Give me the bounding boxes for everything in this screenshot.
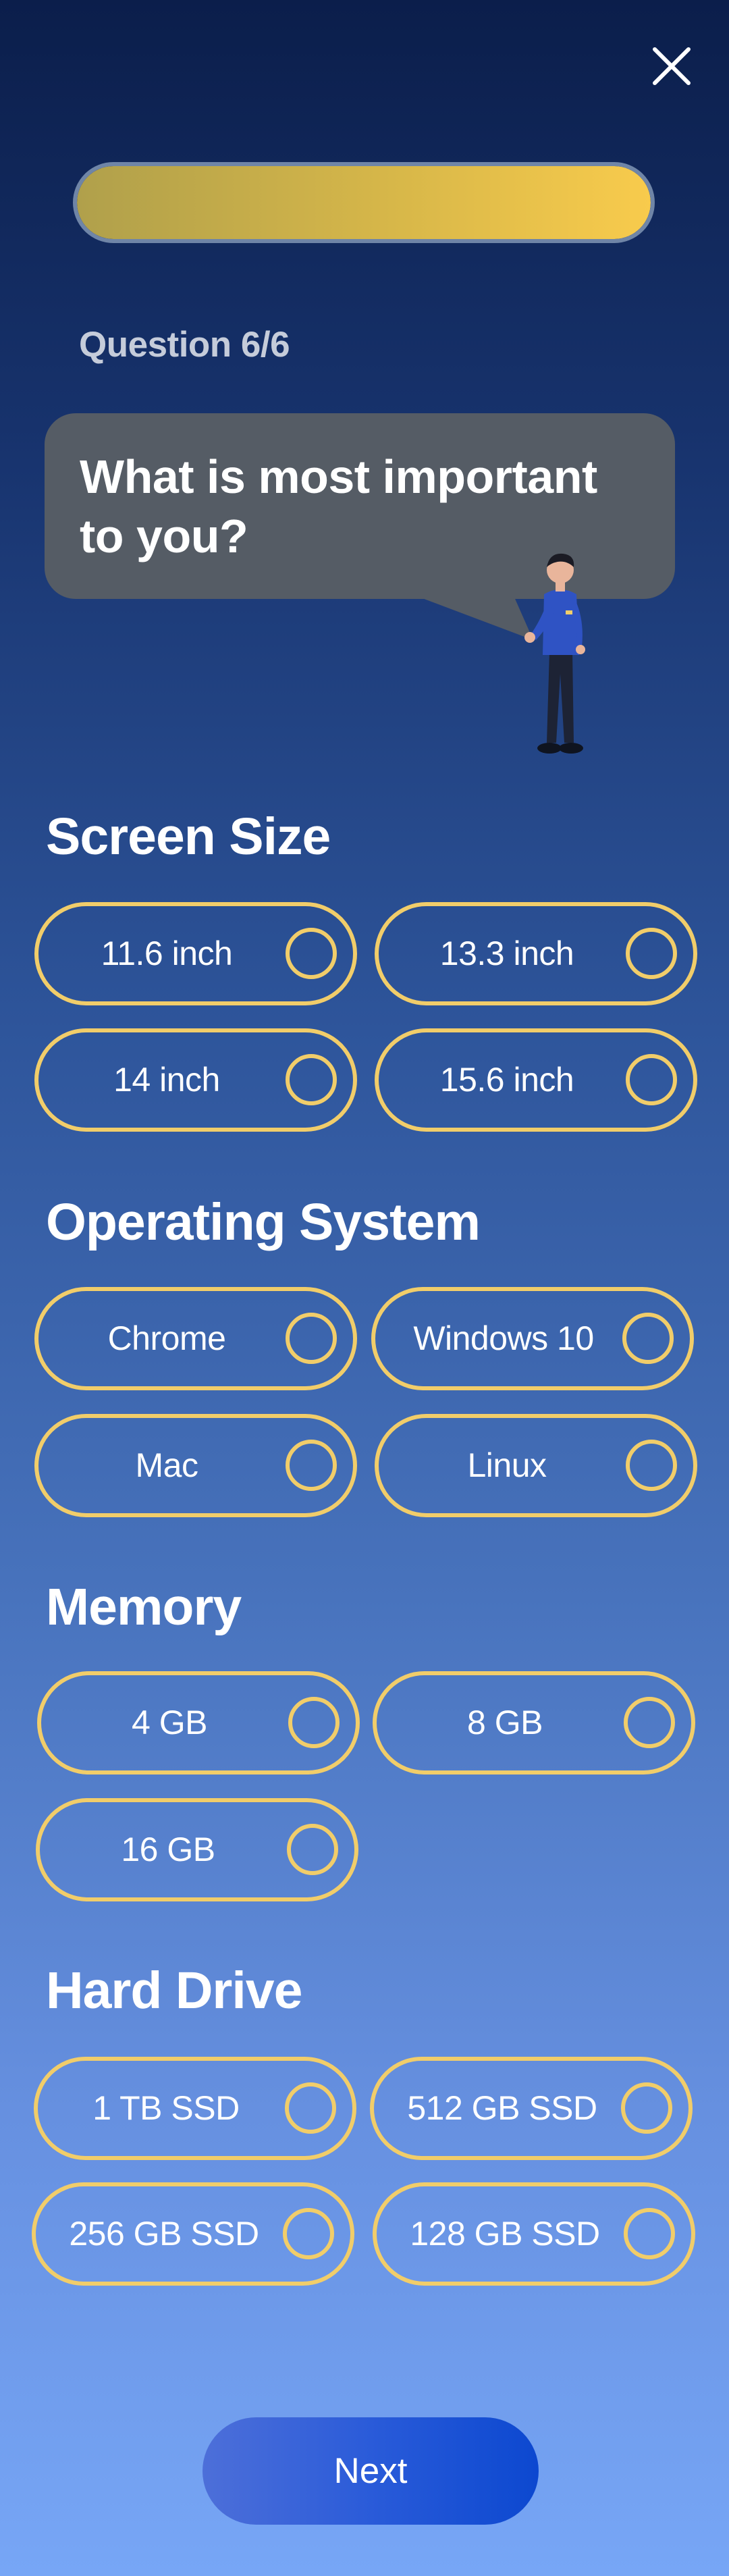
option-screen-size-15-6[interactable]: 15.6 inch <box>375 1028 697 1132</box>
option-label: 14 inch <box>113 1061 220 1099</box>
option-label: Mac <box>135 1446 198 1484</box>
radio-icon <box>287 1824 338 1875</box>
question-counter: Question 6/6 <box>79 325 290 365</box>
option-screen-size-11-6[interactable]: 11.6 inch <box>34 902 357 1005</box>
option-drive-256gb[interactable]: 256 GB SSD <box>32 2182 354 2286</box>
section-title-hard-drive: Hard Drive <box>46 1962 302 2020</box>
radio-icon <box>624 1697 675 1748</box>
option-label: 1 TB SSD <box>92 2089 240 2127</box>
option-memory-16gb[interactable]: 16 GB <box>36 1798 358 1901</box>
option-drive-512gb[interactable]: 512 GB SSD <box>370 2057 693 2160</box>
radio-icon <box>283 2208 334 2259</box>
option-label: 256 GB SSD <box>69 2215 259 2253</box>
close-icon <box>653 47 691 85</box>
option-label: 4 GB <box>132 1704 207 1741</box>
option-drive-1tb[interactable]: 1 TB SSD <box>34 2057 356 2160</box>
person-illustration <box>524 553 585 754</box>
option-os-chrome[interactable]: Chrome <box>34 1287 357 1390</box>
option-label: 15.6 inch <box>439 1061 574 1099</box>
option-label: 16 GB <box>121 1831 215 1868</box>
progress-bar <box>73 162 655 243</box>
option-label: Chrome <box>107 1319 226 1357</box>
radio-icon <box>621 2082 672 2134</box>
option-os-linux[interactable]: Linux <box>375 1414 697 1517</box>
option-label: Linux <box>467 1446 547 1484</box>
option-drive-128gb[interactable]: 128 GB SSD <box>373 2182 695 2286</box>
option-screen-size-13-3[interactable]: 13.3 inch <box>375 902 697 1005</box>
option-label: Windows 10 <box>413 1319 594 1357</box>
option-os-mac[interactable]: Mac <box>34 1414 357 1517</box>
option-label: 8 GB <box>467 1704 543 1741</box>
option-label: 13.3 inch <box>439 935 574 972</box>
radio-icon <box>288 1697 340 1748</box>
section-title-screen-size: Screen Size <box>46 808 331 866</box>
option-memory-4gb[interactable]: 4 GB <box>37 1671 360 1775</box>
section-title-operating-system: Operating System <box>46 1193 481 1251</box>
option-memory-8gb[interactable]: 8 GB <box>373 1671 695 1775</box>
radio-icon <box>286 1313 337 1364</box>
section-title-memory: Memory <box>46 1578 242 1636</box>
radio-icon <box>285 2082 336 2134</box>
close-button[interactable] <box>645 39 699 93</box>
option-label: 11.6 inch <box>101 935 233 972</box>
option-os-windows-10[interactable]: Windows 10 <box>371 1287 694 1390</box>
option-label: 128 GB SSD <box>410 2215 600 2253</box>
option-label: 512 GB SSD <box>407 2089 597 2127</box>
radio-icon <box>286 1440 337 1491</box>
radio-icon <box>286 1054 337 1105</box>
radio-icon <box>626 1054 677 1105</box>
next-button[interactable]: Next <box>202 2417 539 2525</box>
radio-icon <box>626 1440 677 1491</box>
radio-icon <box>626 928 677 979</box>
progress-fill <box>77 166 651 239</box>
radio-icon <box>286 928 337 979</box>
option-screen-size-14[interactable]: 14 inch <box>34 1028 357 1132</box>
radio-icon <box>624 2208 675 2259</box>
radio-icon <box>622 1313 674 1364</box>
